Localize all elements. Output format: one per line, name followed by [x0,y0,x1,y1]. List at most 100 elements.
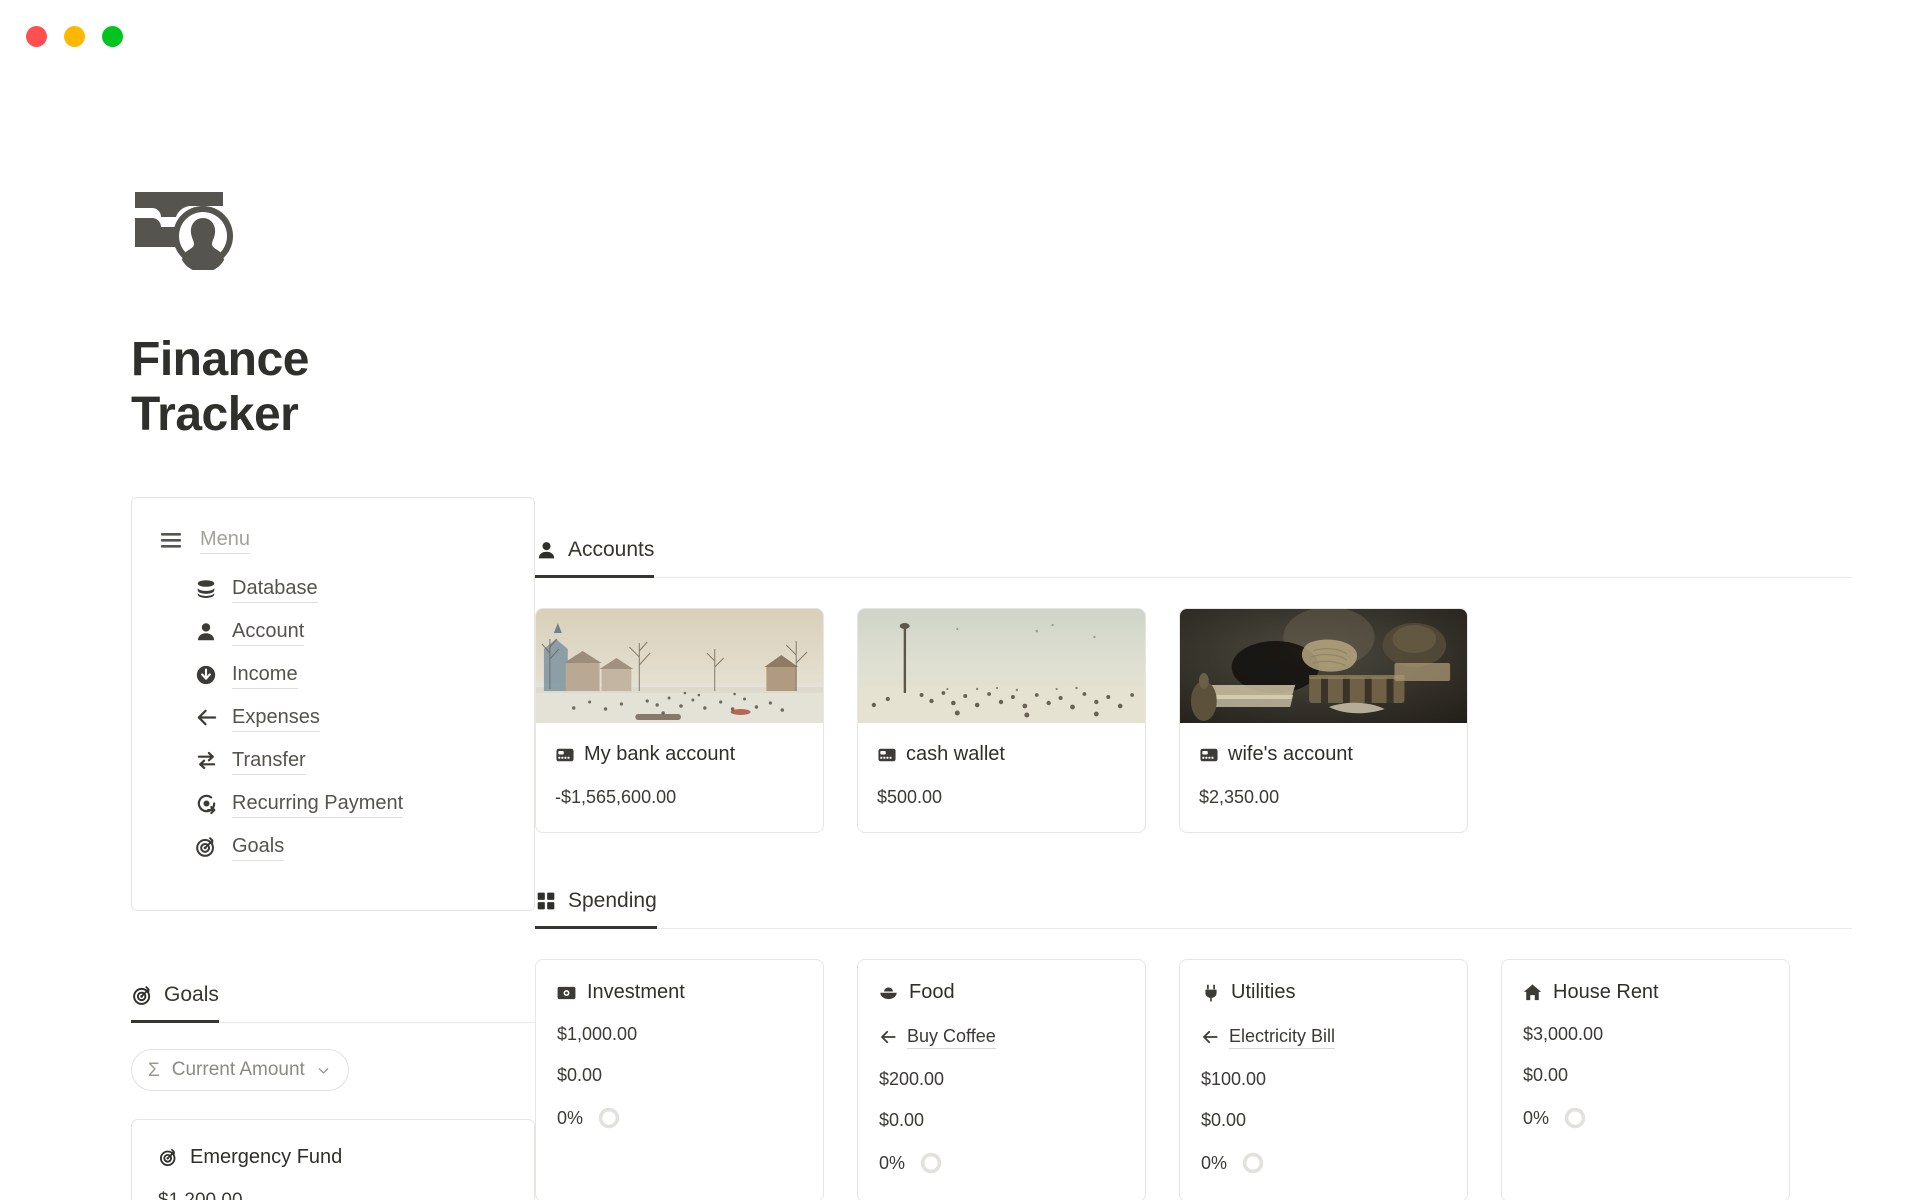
sidebar-item-label: Goals [232,832,285,861]
spending-card[interactable]: Food Buy Coffee $200.00 $0.00 0% [857,959,1146,1200]
spending-budget: $1,000.00 [557,1024,638,1044]
spending-budget: $100.00 [1201,1069,1267,1090]
arrow-left-icon [879,1028,897,1046]
sidebar-item-label: Transfer [232,746,306,775]
right-column: Accounts My bank account -$1,565,600.00 … [468,72,1920,1200]
person-icon [194,620,218,644]
sigma-icon: Σ [148,1059,160,1081]
sidebar-item-label: Recurring Payment [232,789,404,818]
goal-title: Emergency Fund [190,1146,343,1168]
account-card-body: cash wallet $500.00 [858,723,1145,832]
account-card-body: wife's account $2,350.00 [1180,723,1467,832]
progress-ring [919,1151,943,1175]
account-card[interactable]: wife's account $2,350.00 [1179,608,1468,833]
spending-card-title: Investment [557,981,802,1004]
account-card-body: My bank account -$1,565,600.00 [536,723,823,832]
progress-ring [1241,1151,1265,1175]
window-controls [26,25,123,47]
spending-card[interactable]: House Rent $3,000.00 $0.00 0% [1501,959,1790,1200]
hamburger-icon [158,527,184,553]
person-icon [535,539,557,561]
spending-card[interactable]: Utilities Electricity Bill $100.00 $0.00 [1179,959,1468,1200]
spending-card-title: House Rent [1523,981,1768,1004]
progress-ring [1563,1106,1587,1130]
credit-card-icon [555,747,574,762]
tab-rule [654,577,1852,578]
spending-spent: $0.00 [557,1065,603,1085]
sidebar-item-label: Expenses [232,703,320,732]
accounts-grid: My bank account -$1,565,600.00 cash wall… [535,608,1852,833]
spending-progress: 0% [557,1106,802,1130]
spending-progress: 0% [879,1151,1124,1175]
spending-percent-label: 0% [879,1152,906,1173]
tab-goals[interactable]: Goals [131,983,219,1023]
account-card[interactable]: cash wallet $500.00 [857,608,1146,833]
spending-grid: Investment $1,000.00 $0.00 0% Food Buy C… [535,959,1852,1200]
house-icon [1523,983,1542,1002]
spending-percent-label: 0% [1201,1152,1228,1173]
winter-village-skaters-painting [536,609,823,723]
minimize-button[interactable] [64,25,85,47]
maximize-button[interactable] [102,25,123,47]
recurring-circle-arrow-icon [194,792,218,816]
left-column: Finance Tracker Menu Database Account In… [0,72,535,1200]
spending-percent-label: 0% [1523,1107,1550,1128]
spending-header: Spending [535,889,1852,929]
progress-ring [597,1106,621,1130]
grid-squares-icon [535,890,557,912]
credit-card-icon [877,747,896,762]
spending-budget: $3,000.00 [1523,1024,1604,1044]
credit-card-icon [1199,747,1218,762]
arrow-left-icon [1201,1028,1219,1046]
tab-rule [656,928,1852,929]
goal-card-header: Emergency Fund [158,1146,508,1169]
spending-card[interactable]: Investment $1,000.00 $0.00 0% [535,959,824,1200]
target-icon [158,1148,178,1168]
spending-transaction-link[interactable]: Electricity Bill [1201,1024,1446,1050]
page-title: Finance Tracker [131,333,309,441]
window-titlebar [0,0,1920,72]
transfer-arrows-icon [194,749,218,773]
banknote-icon [557,983,576,1002]
spending-transaction-link[interactable]: Buy Coffee [879,1024,1124,1050]
account-title: cash wallet [877,743,1126,766]
filter-label: Current Amount [171,1059,305,1080]
accounts-header: Accounts [535,538,1852,578]
spending-category: Investment [587,981,685,1003]
database-icon [194,577,218,601]
transaction-label: Electricity Bill [1229,1024,1336,1050]
sidebar-item-label: Income [232,660,298,689]
tab-spending[interactable]: Spending [535,889,657,929]
sidebar-item-label: Database [232,574,318,603]
account-balance: $2,350.00 [1199,787,1280,807]
spending-progress: 0% [1201,1151,1446,1175]
page-root: Finance Tracker Menu Database Account In… [0,72,1920,1200]
account-title: My bank account [555,743,804,766]
account-name: My bank account [584,743,736,765]
spending-spent: $0.00 [1523,1065,1569,1085]
close-button[interactable] [26,25,47,47]
current-amount-filter[interactable]: Σ Current Amount [131,1049,349,1091]
spending-card-title: Food [879,981,1124,1004]
accounts-section: Accounts My bank account -$1,565,600.00 … [535,538,1852,833]
spending-progress: 0% [1523,1106,1768,1130]
frozen-river-skaters-painting [858,609,1145,723]
tab-label: Spending [568,889,657,912]
spending-spent: $0.00 [1201,1110,1247,1131]
spending-category: House Rent [1553,981,1659,1003]
chevron-down-icon [317,1064,330,1077]
money-with-coin-icon [131,184,239,270]
spending-spent: $0.00 [879,1110,925,1131]
arrow-left-icon [194,706,218,730]
transaction-label: Buy Coffee [907,1024,996,1050]
account-balance: $500.00 [877,787,943,807]
menu-label: Menu [200,526,251,554]
dark-still-life-books-armor-painting [1180,609,1467,723]
tab-accounts[interactable]: Accounts [535,538,655,578]
account-card[interactable]: My bank account -$1,565,600.00 [535,608,824,833]
spending-section: Spending Investment $1,000.00 $0.00 0% F… [535,889,1852,1200]
spending-category: Food [909,981,955,1003]
target-icon [194,835,218,859]
account-title: wife's account [1199,743,1448,766]
spending-budget: $200.00 [879,1069,945,1090]
